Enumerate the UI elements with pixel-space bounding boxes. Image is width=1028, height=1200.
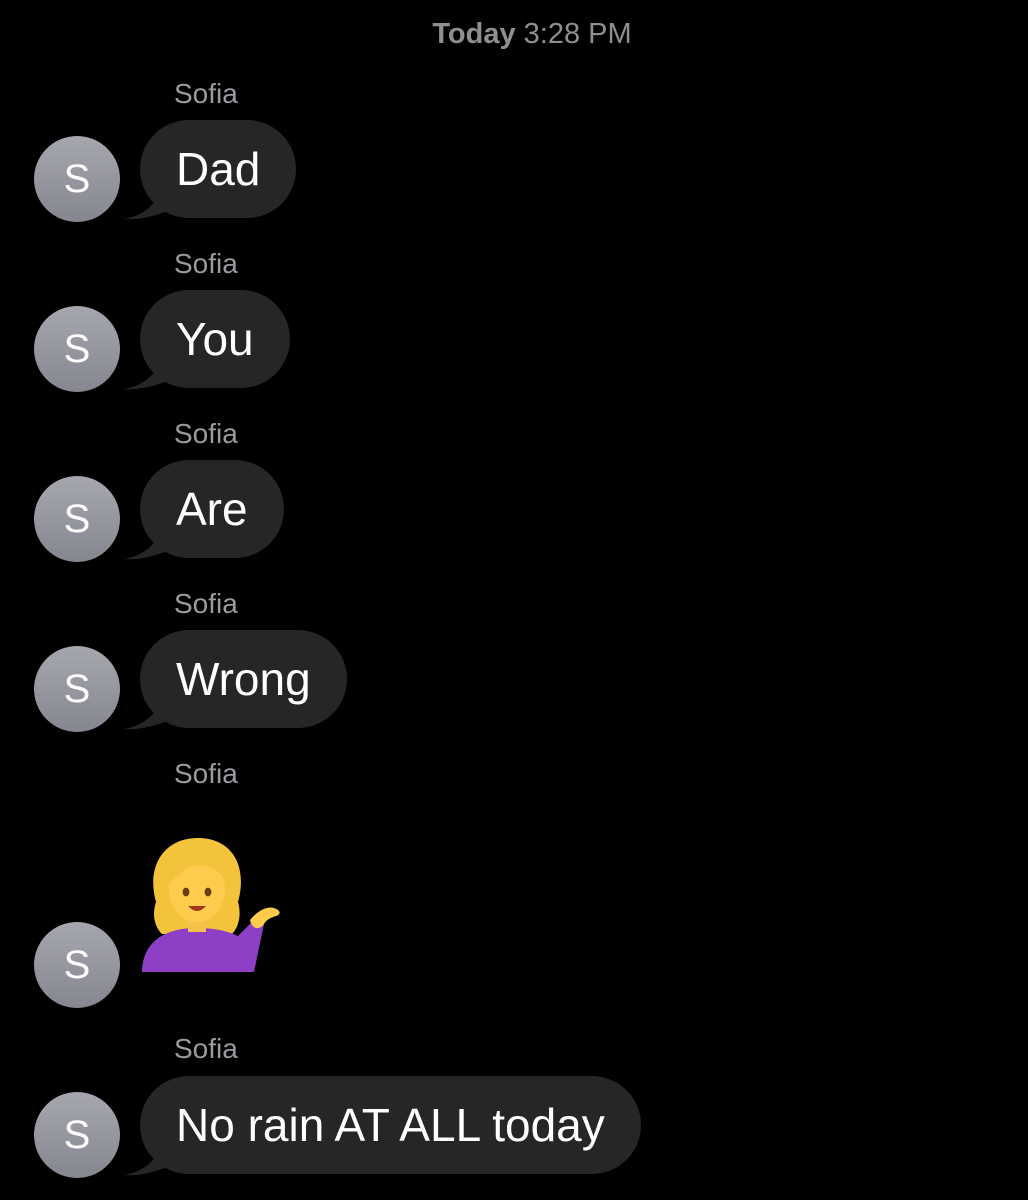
sender-name: Sofia xyxy=(174,248,238,279)
timestamp-day: Today xyxy=(432,18,516,50)
avatar[interactable]: S xyxy=(34,646,120,732)
woman-tipping-hand-emoji-icon[interactable] xyxy=(138,836,284,976)
message-bubble[interactable]: Wrong xyxy=(140,630,347,728)
avatar[interactable]: S xyxy=(34,136,120,222)
message-bubble[interactable]: Dad xyxy=(140,120,297,218)
avatar[interactable]: S xyxy=(34,476,120,562)
message-bubble[interactable]: You xyxy=(140,290,290,388)
conversation-timestamp: Today 3:28 PM xyxy=(0,18,1028,51)
sender-name: Sofia xyxy=(174,1033,238,1064)
timestamp-time: 3:28 PM xyxy=(523,18,632,50)
sender-name: Sofia xyxy=(174,588,238,619)
sender-name: Sofia xyxy=(174,78,238,109)
avatar[interactable]: S xyxy=(34,306,120,392)
sender-name: Sofia xyxy=(174,418,238,449)
message-bubble[interactable]: No rain AT ALL today xyxy=(140,1076,641,1174)
sender-name: Sofia xyxy=(174,758,238,789)
message-bubble[interactable]: Are xyxy=(140,460,284,558)
avatar[interactable]: S xyxy=(34,922,120,1008)
avatar[interactable]: S xyxy=(34,1092,120,1178)
